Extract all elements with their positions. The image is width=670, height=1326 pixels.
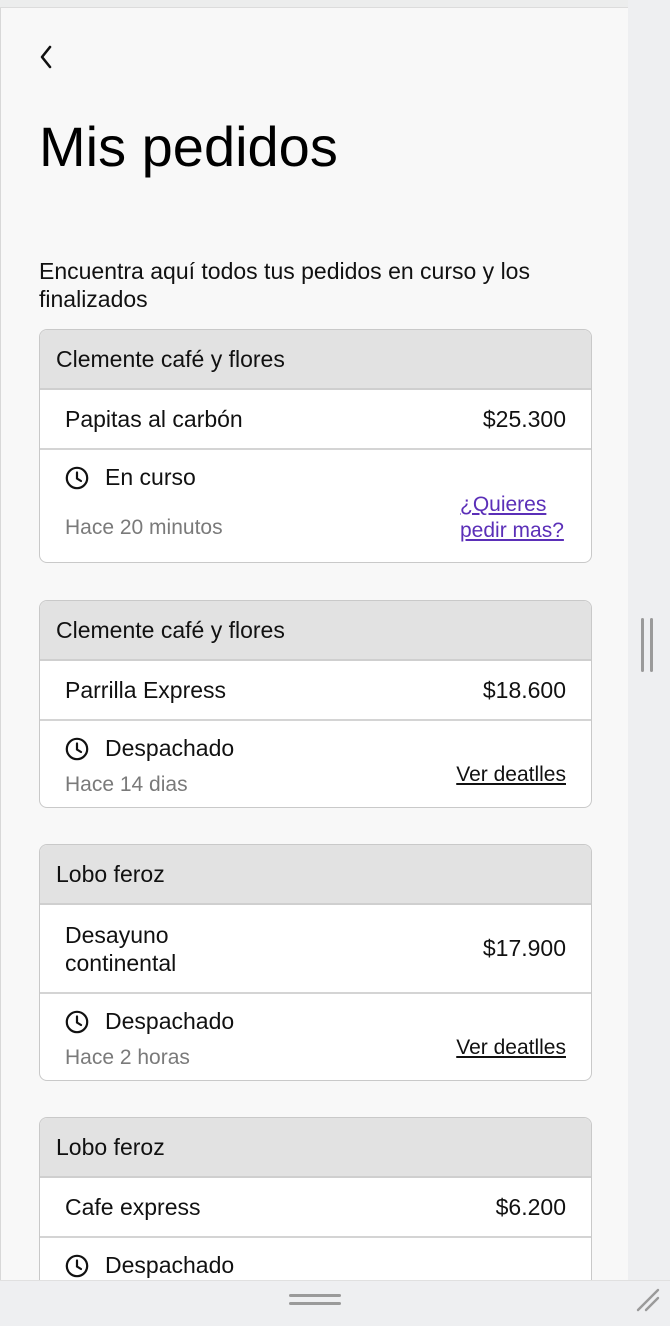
horizontal-resize-handle[interactable]: [289, 1294, 341, 1308]
order-time: Hace 2 horas: [65, 1046, 190, 1069]
page-title: Mis pedidos: [39, 115, 338, 178]
order-status-area: En curso Hace 20 minutos ¿Quieres pedir …: [40, 450, 591, 562]
order-status: Despachado: [65, 1008, 234, 1035]
clock-icon: [65, 1010, 89, 1033]
order-again-link[interactable]: ¿Quieres pedir mas?: [460, 492, 566, 544]
order-item-name: Desayuno continental: [65, 921, 177, 976]
back-button[interactable]: [31, 42, 61, 72]
vertical-resize-handle[interactable]: [641, 618, 653, 672]
order-item-row: Papitas al carbón $25.300: [40, 390, 591, 450]
order-status-label: Despachado: [105, 735, 235, 761]
order-card: Lobo feroz Desayuno continental $17.900 …: [39, 844, 592, 1081]
order-store-name: Clemente café y flores: [40, 601, 591, 661]
order-store-name: Lobo feroz: [40, 1118, 591, 1178]
resize-grip-icon[interactable]: [632, 1284, 664, 1316]
mobile-viewport: Mis pedidos Encuentra aquí todos tus ped…: [0, 8, 628, 1280]
page-subtitle: Encuentra aquí todos tus pedidos en curs…: [39, 258, 530, 312]
order-store-name: Lobo feroz: [40, 845, 591, 905]
view-details-link[interactable]: Ver deatlles: [456, 1036, 566, 1060]
top-edge: [0, 0, 628, 8]
order-status-area: Despachado: [40, 1238, 591, 1280]
order-card: Clemente café y flores Papitas al carbón…: [39, 329, 592, 563]
order-item-name: Cafe express: [65, 1194, 201, 1220]
order-time: Hace 14 dias: [65, 773, 188, 796]
order-item-price: $6.200: [495, 1193, 566, 1220]
order-status-label: Despachado: [105, 1252, 235, 1278]
order-status-label: En curso: [105, 464, 196, 490]
order-store-name: Clemente café y flores: [40, 330, 591, 390]
order-card: Clemente café y flores Parrilla Express …: [39, 600, 592, 808]
order-status-area: Despachado Hace 14 dias Ver deatlles: [40, 721, 591, 807]
order-item-price: $18.600: [482, 676, 566, 703]
order-item-name: Papitas al carbón: [65, 406, 243, 432]
order-status: Despachado: [65, 1252, 234, 1279]
chevron-left-icon: [40, 45, 52, 69]
order-status: Despachado: [65, 735, 234, 762]
order-status-label: Despachado: [105, 1008, 235, 1034]
clock-icon: [65, 737, 89, 760]
order-status: En curso: [65, 464, 196, 491]
order-item-name: Parrilla Express: [65, 677, 227, 703]
order-item-price: $17.900: [482, 935, 566, 961]
order-status-area: Despachado Hace 2 horas Ver deatlles: [40, 994, 591, 1080]
view-details-link[interactable]: Ver deatlles: [456, 763, 566, 787]
app-frame: Mis pedidos Encuentra aquí todos tus ped…: [0, 0, 670, 1326]
order-item-row: Desayuno continental $17.900: [40, 905, 591, 994]
order-item-price: $25.300: [482, 405, 566, 432]
clock-icon: [65, 466, 89, 489]
order-card: Lobo feroz Cafe express $6.200 Despachad…: [39, 1117, 592, 1280]
clock-icon: [65, 1254, 89, 1277]
order-item-row: Parrilla Express $18.600: [40, 661, 591, 721]
order-time: Hace 20 minutos: [65, 516, 223, 539]
order-item-row: Cafe express $6.200: [40, 1178, 591, 1238]
